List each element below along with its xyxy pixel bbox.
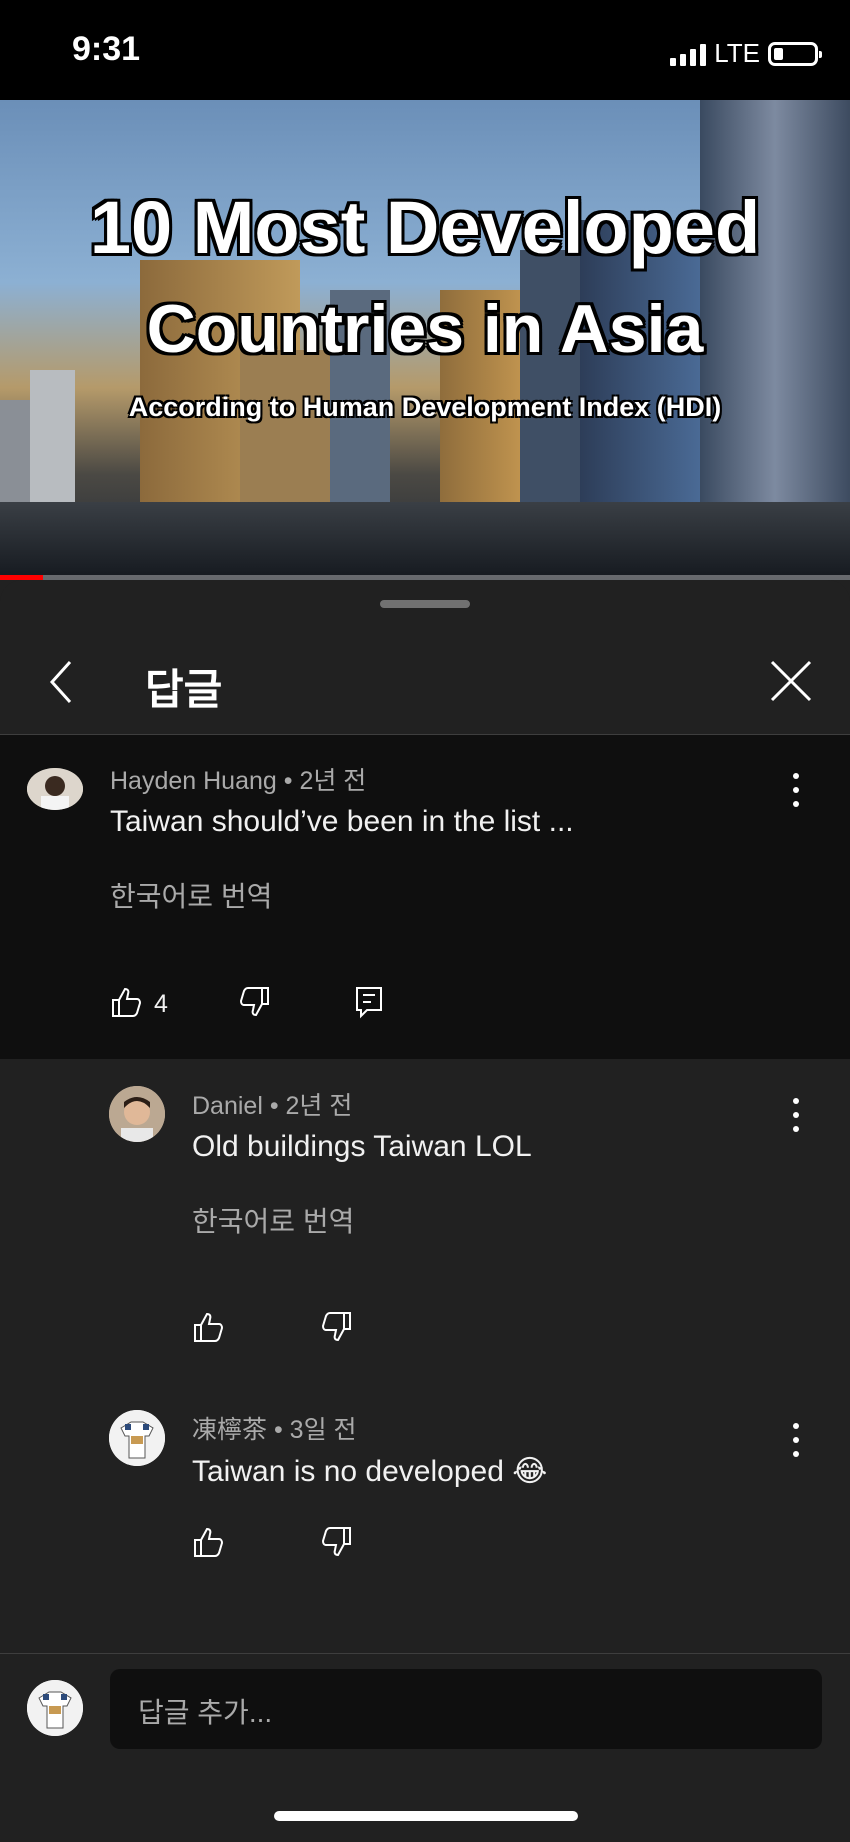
- status-bar: 9:31 LTE: [0, 0, 850, 100]
- translate-link[interactable]: 한국어로 번역: [192, 1200, 354, 1240]
- comment-meta: Hayden Huang • 2년 전: [110, 761, 366, 797]
- signal-icon: [670, 42, 707, 66]
- parent-comment: Hayden Huang • 2년 전 Taiwan should’ve bee…: [0, 735, 850, 1059]
- comment-text: Taiwan should’ve been in the list ...: [110, 805, 574, 838]
- back-button[interactable]: [40, 658, 84, 706]
- status-indicators: LTE: [670, 38, 822, 69]
- battery-icon: [768, 41, 822, 66]
- drag-handle[interactable]: [380, 600, 470, 608]
- home-indicator[interactable]: [274, 1811, 578, 1821]
- like-icon[interactable]: [110, 985, 144, 1019]
- comment-author[interactable]: Daniel: [192, 1092, 263, 1120]
- replies-sheet: 답글 Hayden Huang • 2년 전 Taiwan should’ve …: [0, 580, 850, 1841]
- dislike-icon[interactable]: [237, 985, 271, 1019]
- more-options-icon[interactable]: [790, 1098, 802, 1132]
- reply-input[interactable]: 답글 추가...: [110, 1669, 822, 1749]
- close-icon: [770, 660, 812, 702]
- comment-author[interactable]: Hayden Huang: [110, 767, 277, 795]
- video-subtitle: According to Human Development Index (HD…: [128, 392, 722, 422]
- meta-separator: •: [269, 1092, 286, 1120]
- comment-meta: 凍檸茶 • 3일 전: [192, 1410, 357, 1446]
- close-button[interactable]: [766, 656, 816, 706]
- sheet-title: 답글: [145, 666, 223, 713]
- status-time: 9:31: [72, 30, 141, 68]
- comment-time: 3일 전: [289, 1416, 357, 1444]
- like-count: 4: [154, 990, 168, 1018]
- avatar[interactable]: [109, 1086, 165, 1142]
- comment-text: Old buildings Taiwan LOL: [192, 1130, 532, 1163]
- translate-link[interactable]: 한국어로 번역: [110, 875, 272, 915]
- comment-time: 2년 전: [299, 767, 367, 795]
- video-player[interactable]: 10 Most Developed Countries in Asia Acco…: [0, 100, 850, 580]
- user-avatar: [27, 1680, 83, 1736]
- meta-separator: •: [273, 1416, 290, 1444]
- sheet-header: 답글: [0, 630, 850, 735]
- video-title-line1: 10 Most Developed: [89, 186, 761, 269]
- like-icon[interactable]: [192, 1525, 226, 1559]
- chevron-left-icon: [49, 660, 72, 704]
- video-title-line2: Countries in Asia: [146, 291, 704, 367]
- avatar[interactable]: [109, 1410, 165, 1466]
- more-options-icon[interactable]: [790, 1423, 802, 1457]
- comment-author[interactable]: 凍檸茶: [192, 1416, 267, 1444]
- meta-separator: •: [283, 767, 300, 795]
- comment-meta: Daniel • 2년 전: [192, 1086, 352, 1122]
- more-options-icon[interactable]: [790, 773, 802, 807]
- like-icon[interactable]: [192, 1310, 226, 1344]
- dislike-icon[interactable]: [319, 1310, 353, 1344]
- comment-text: Taiwan is no developed 😂: [192, 1455, 548, 1488]
- network-label: LTE: [714, 38, 760, 68]
- comment-time: 2년 전: [285, 1092, 353, 1120]
- avatar[interactable]: [27, 768, 83, 810]
- dislike-icon[interactable]: [319, 1525, 353, 1559]
- reply-icon[interactable]: [352, 985, 386, 1019]
